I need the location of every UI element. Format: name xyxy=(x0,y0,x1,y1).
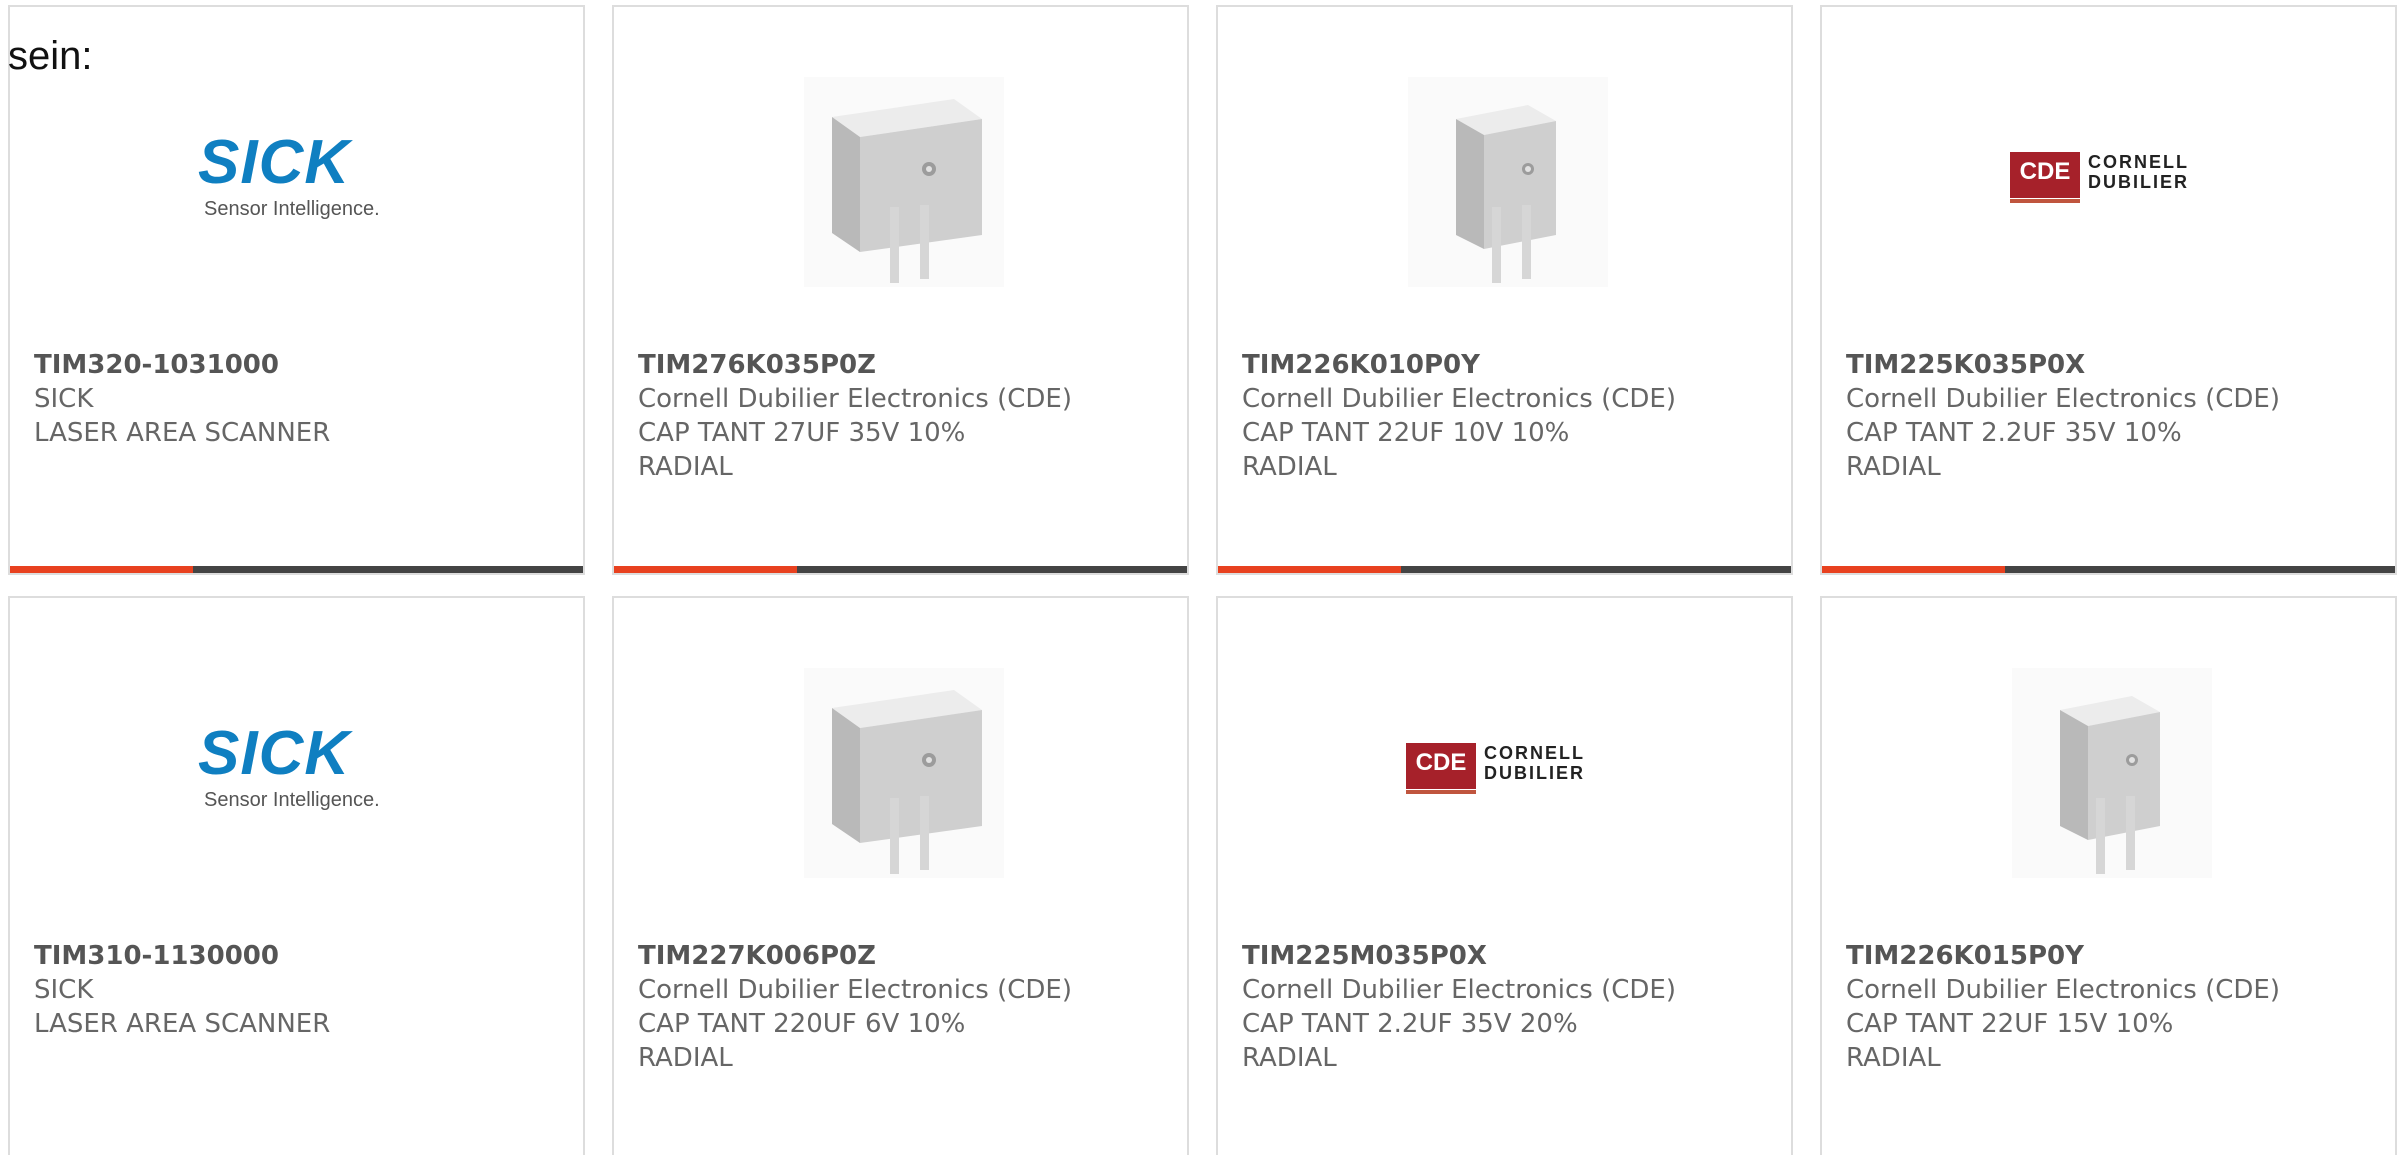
product-info: TIM225K035P0X Cornell Dubilier Electroni… xyxy=(1846,348,2385,484)
part-number[interactable]: TIM310-1130000 xyxy=(34,939,573,973)
manufacturer: Cornell Dubilier Electronics (CDE) xyxy=(1846,384,2280,414)
intro-text: sein: xyxy=(8,34,93,78)
part-number[interactable]: TIM320-1031000 xyxy=(34,348,573,382)
product-image[interactable] xyxy=(1218,7,1791,327)
product-image[interactable]: CDE CORNELL DUBILIER xyxy=(1822,7,2395,327)
description-line: CAP TANT 220UF 6V 10% xyxy=(638,1009,966,1039)
manufacturer: Cornell Dubilier Electronics (CDE) xyxy=(638,384,1072,414)
card-accent-bar xyxy=(1822,566,2005,573)
card-accent-bar xyxy=(10,566,193,573)
card-accent-bar xyxy=(614,566,797,573)
description-line: LASER AREA SCANNER xyxy=(34,418,331,448)
card-bottom-bar xyxy=(614,566,1187,573)
manufacturer: Cornell Dubilier Electronics (CDE) xyxy=(638,975,1072,1005)
part-number[interactable]: TIM225K035P0X xyxy=(1846,348,2385,382)
description-line: LASER AREA SCANNER xyxy=(34,1009,331,1039)
description-line: RADIAL xyxy=(638,1043,733,1073)
product-info: TIM227K006P0Z Cornell Dubilier Electroni… xyxy=(638,939,1177,1075)
sick-logo-word: SICK xyxy=(198,719,351,788)
cde-logo-mark: CDE xyxy=(2010,152,2080,198)
part-number[interactable]: TIM276K035P0Z xyxy=(638,348,1177,382)
product-image[interactable]: CDE CORNELL DUBILIER xyxy=(1218,598,1791,918)
cde-logo-name-line: CORNELL xyxy=(2088,152,2189,172)
product-image[interactable]: SICK Sensor Intelligence. xyxy=(10,598,583,918)
part-number[interactable]: TIM226K010P0Y xyxy=(1242,348,1781,382)
cde-logo-name-line: DUBILIER xyxy=(2088,172,2189,192)
product-card[interactable]: TIM226K015P0Y Cornell Dubilier Electroni… xyxy=(1820,596,2397,1155)
capacitor-wide-image xyxy=(804,668,1004,878)
sick-logo-word: SICK xyxy=(198,128,351,197)
cde-logo-underline xyxy=(1406,790,1476,794)
description-line: CAP TANT 2.2UF 35V 20% xyxy=(1242,1009,1578,1039)
part-number[interactable]: TIM226K015P0Y xyxy=(1846,939,2385,973)
capacitor-narrow-image xyxy=(1408,77,1608,287)
part-number[interactable]: TIM227K006P0Z xyxy=(638,939,1177,973)
sick-logo: SICK Sensor Intelligence. xyxy=(198,723,418,823)
cde-logo: CDE CORNELL DUBILIER xyxy=(2010,152,2225,212)
sick-logo-tagline: Sensor Intelligence. xyxy=(204,198,380,220)
product-card[interactable]: SICK Sensor Intelligence. TIM320-1031000… xyxy=(8,5,585,575)
product-card[interactable]: CDE CORNELL DUBILIER TIM225K035P0X Corne… xyxy=(1820,5,2397,575)
product-image[interactable] xyxy=(1822,598,2395,918)
manufacturer: SICK xyxy=(34,975,94,1005)
description-line: CAP TANT 22UF 15V 10% xyxy=(1846,1009,2174,1039)
manufacturer: SICK xyxy=(34,384,94,414)
product-image[interactable] xyxy=(614,7,1187,327)
product-card[interactable]: TIM227K006P0Z Cornell Dubilier Electroni… xyxy=(612,596,1189,1155)
product-card[interactable]: TIM226K010P0Y Cornell Dubilier Electroni… xyxy=(1216,5,1793,575)
cde-logo: CDE CORNELL DUBILIER xyxy=(1406,743,1621,803)
product-image[interactable] xyxy=(614,598,1187,918)
sick-logo-tagline: Sensor Intelligence. xyxy=(204,789,380,811)
product-grid: sein: SICK Sensor Intelligence. TIM320-1… xyxy=(0,0,2400,1155)
product-image[interactable]: SICK Sensor Intelligence. xyxy=(10,7,583,327)
cde-logo-underline xyxy=(2010,199,2080,203)
cde-logo-name-line: DUBILIER xyxy=(1484,763,1585,783)
description-line: RADIAL xyxy=(1242,452,1337,482)
cde-logo-mark: CDE xyxy=(1406,743,1476,789)
cde-logo-name: CORNELL DUBILIER xyxy=(2088,152,2189,192)
capacitor-wide-image xyxy=(804,77,1004,287)
product-card[interactable]: CDE CORNELL DUBILIER TIM225M035P0X Corne… xyxy=(1216,596,1793,1155)
product-info: TIM225M035P0X Cornell Dubilier Electroni… xyxy=(1242,939,1781,1075)
cde-logo-name-line: CORNELL xyxy=(1484,743,1585,763)
description-line: CAP TANT 27UF 35V 10% xyxy=(638,418,966,448)
capacitor-narrow-image xyxy=(2012,668,2212,878)
description-line: RADIAL xyxy=(638,452,733,482)
manufacturer: Cornell Dubilier Electronics (CDE) xyxy=(1846,975,2280,1005)
product-info: TIM226K010P0Y Cornell Dubilier Electroni… xyxy=(1242,348,1781,484)
product-info: TIM320-1031000 SICK LASER AREA SCANNER xyxy=(34,348,573,450)
product-info: TIM310-1130000 SICK LASER AREA SCANNER xyxy=(34,939,573,1041)
card-bottom-bar xyxy=(1822,566,2395,573)
description-line: RADIAL xyxy=(1846,1043,1941,1073)
cde-logo-name: CORNELL DUBILIER xyxy=(1484,743,1585,783)
description-line: CAP TANT 22UF 10V 10% xyxy=(1242,418,1570,448)
description-line: CAP TANT 2.2UF 35V 10% xyxy=(1846,418,2182,448)
card-bottom-bar xyxy=(10,566,583,573)
card-bottom-bar xyxy=(1218,566,1791,573)
sick-logo: SICK Sensor Intelligence. xyxy=(198,132,418,232)
product-card[interactable]: SICK Sensor Intelligence. TIM310-1130000… xyxy=(8,596,585,1155)
part-number[interactable]: TIM225M035P0X xyxy=(1242,939,1781,973)
description-line: RADIAL xyxy=(1846,452,1941,482)
product-info: TIM226K015P0Y Cornell Dubilier Electroni… xyxy=(1846,939,2385,1075)
product-info: TIM276K035P0Z Cornell Dubilier Electroni… xyxy=(638,348,1177,484)
description-line: RADIAL xyxy=(1242,1043,1337,1073)
manufacturer: Cornell Dubilier Electronics (CDE) xyxy=(1242,384,1676,414)
product-card[interactable]: TIM276K035P0Z Cornell Dubilier Electroni… xyxy=(612,5,1189,575)
card-accent-bar xyxy=(1218,566,1401,573)
manufacturer: Cornell Dubilier Electronics (CDE) xyxy=(1242,975,1676,1005)
